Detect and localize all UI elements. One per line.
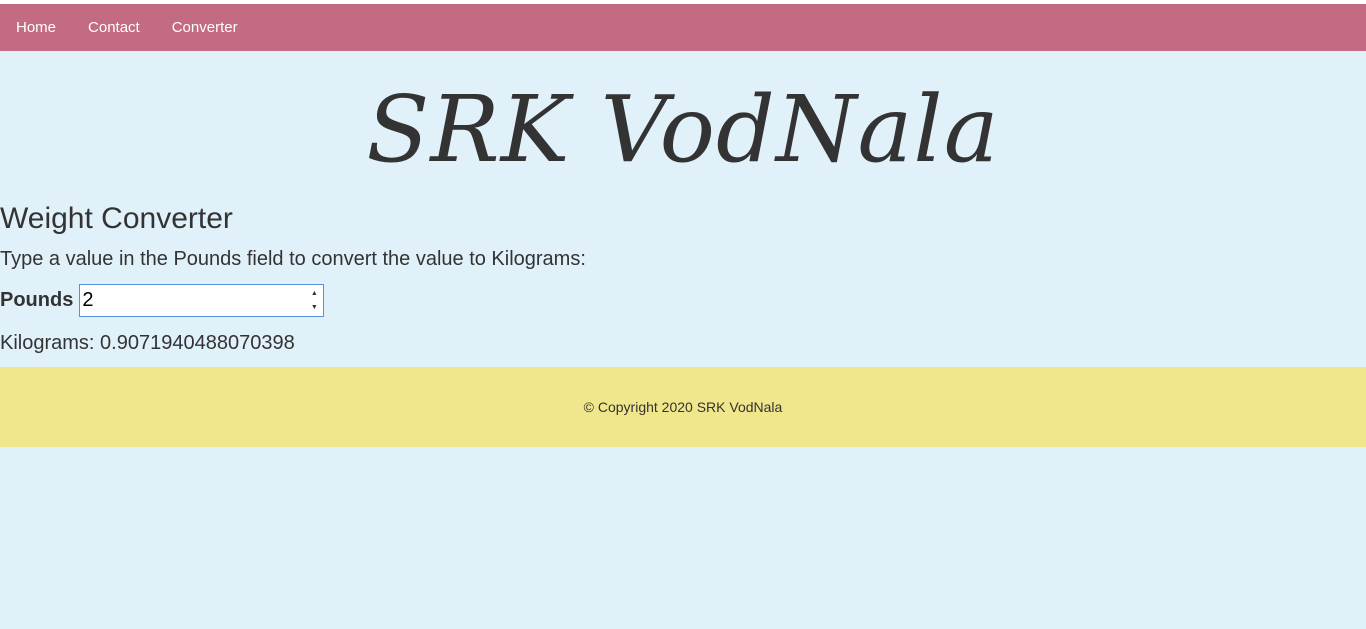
spinner-down-icon[interactable]: ▼ (307, 301, 321, 314)
pounds-label: Pounds (0, 289, 74, 311)
pounds-input-wrapper: ▲ ▼ (79, 284, 325, 317)
site-brand-title: SRK VodNala (366, 76, 1000, 183)
spinner-up-icon[interactable]: ▲ (307, 287, 321, 300)
navbar: Home Contact Converter (0, 4, 1366, 51)
page-title: Weight Converter (0, 202, 233, 235)
kilograms-value: 0.9071940488070398 (100, 332, 295, 354)
footer: © Copyright 2020 SRK VodNala (0, 367, 1366, 447)
kilograms-label: Kilograms: (0, 332, 95, 354)
instructions-text: Type a value in the Pounds field to conv… (0, 248, 586, 270)
copyright-text: © Copyright 2020 SRK VodNala (583, 399, 783, 415)
nav-link-converter[interactable]: Converter (172, 19, 238, 36)
pounds-input[interactable] (80, 285, 303, 316)
nav-link-contact[interactable]: Contact (88, 19, 140, 36)
number-spinner: ▲ ▼ (307, 287, 321, 314)
nav-link-home[interactable]: Home (16, 19, 56, 36)
kilograms-result: Kilograms: 0.9071940488070398 (0, 331, 295, 355)
pounds-row: Pounds ▲ ▼ (0, 283, 325, 318)
